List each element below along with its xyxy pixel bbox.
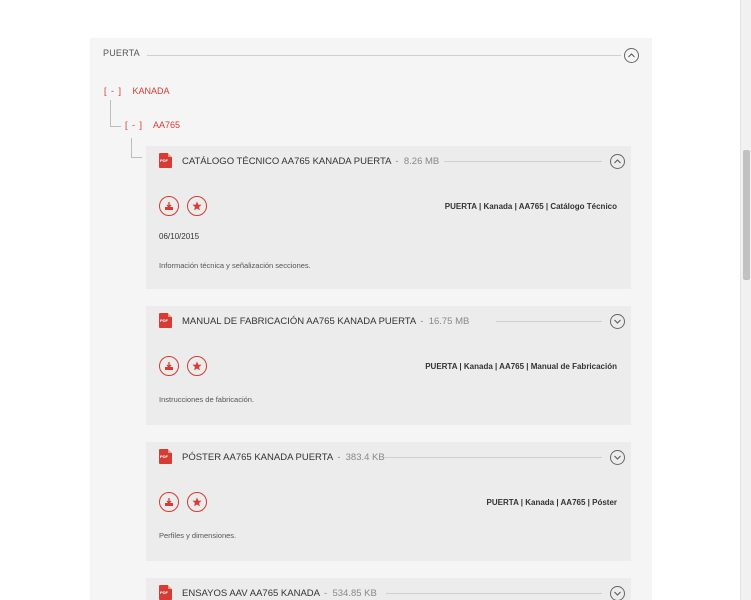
document-tags: PUERTA | Kanada | AA765 | Manual de Fabr… (425, 362, 617, 371)
document-size: 16.75 MB (428, 316, 470, 327)
download-button[interactable] (159, 196, 179, 216)
chevron-down-icon (614, 591, 621, 596)
tree-item-aa765[interactable]: [ - ] AA765 (125, 120, 180, 130)
chevron-down-icon (614, 455, 621, 460)
chevron-up-icon (628, 53, 635, 58)
document-tags: PUERTA | Kanada | AA765 | Catálogo Técni… (444, 202, 617, 211)
tree-label[interactable]: AA765 (153, 120, 180, 130)
card-divider (496, 321, 602, 322)
document-description: Perfiles y dimensiones. (159, 531, 237, 540)
document-description: Información técnica y señalización secci… (159, 261, 311, 270)
pdf-file-icon: PDF (159, 153, 172, 168)
tree-toggle[interactable]: [ - ] (125, 120, 143, 130)
document-title[interactable]: ENSAYOS AAV AA765 KANADA - 534.85 KB (182, 588, 377, 599)
tree-connector (131, 138, 142, 158)
chevron-up-icon (614, 159, 621, 164)
tree-item-kanada[interactable]: [ - ] KANADA (104, 86, 170, 96)
document-tags: PUERTA | Kanada | AA765 | Póster (486, 498, 617, 507)
pdf-file-icon: PDF (159, 313, 172, 328)
download-button[interactable] (159, 492, 179, 512)
section-divider (147, 55, 621, 56)
tree-toggle[interactable]: [ - ] (104, 86, 122, 96)
document-expand-button[interactable] (610, 450, 625, 465)
star-icon (192, 361, 202, 371)
download-icon (165, 498, 173, 506)
document-expand-button[interactable] (610, 314, 625, 329)
page-scrollbar[interactable] (740, 0, 751, 600)
document-title[interactable]: CATÁLOGO TÉCNICO AA765 KANADA PUERTA - 8.… (182, 156, 439, 167)
pdf-file-icon: PDF (159, 585, 172, 600)
chevron-down-icon (614, 319, 621, 324)
download-icon (165, 202, 173, 210)
scrollbar-thumb[interactable] (743, 150, 750, 280)
document-size: 383.4 KB (345, 452, 385, 463)
section-header: PUERTA (103, 47, 639, 63)
favorite-button[interactable] (187, 492, 207, 512)
card-divider (386, 593, 602, 594)
document-card: PDF ENSAYOS AAV AA765 KANADA - 534.85 KB (146, 578, 631, 600)
tree-connector (110, 100, 121, 127)
document-collapse-button[interactable] (610, 154, 625, 169)
document-card: PDF CATÁLOGO TÉCNICO AA765 KANADA PUERTA… (146, 146, 631, 289)
download-icon (165, 362, 173, 370)
document-size: 534.85 KB (332, 588, 377, 599)
card-divider (384, 457, 602, 458)
document-expand-button[interactable] (610, 586, 625, 600)
star-icon (192, 201, 202, 211)
document-size: 8.26 MB (403, 156, 440, 167)
favorite-button[interactable] (187, 356, 207, 376)
document-date: 06/10/2015 (159, 232, 200, 241)
section-collapse-button[interactable] (624, 48, 639, 63)
download-button[interactable] (159, 356, 179, 376)
pdf-file-icon: PDF (159, 449, 172, 464)
card-divider (444, 161, 602, 162)
document-title[interactable]: PÓSTER AA765 KANADA PUERTA - 383.4 KB (182, 452, 385, 463)
star-icon (192, 497, 202, 507)
document-card: PDF PÓSTER AA765 KANADA PUERTA - 383.4 KB… (146, 442, 631, 561)
tree-label[interactable]: KANADA (133, 86, 170, 96)
section-title: PUERTA (103, 48, 140, 58)
document-card: PDF MANUAL DE FABRICACIÓN AA765 KANADA P… (146, 306, 631, 425)
document-description: Instrucciones de fabricación. (159, 395, 255, 404)
document-title[interactable]: MANUAL DE FABRICACIÓN AA765 KANADA PUERT… (182, 316, 469, 327)
favorite-button[interactable] (187, 196, 207, 216)
documents-panel: PUERTA [ - ] KANADA [ - ] AA765 PDF CATÁ… (90, 38, 652, 600)
